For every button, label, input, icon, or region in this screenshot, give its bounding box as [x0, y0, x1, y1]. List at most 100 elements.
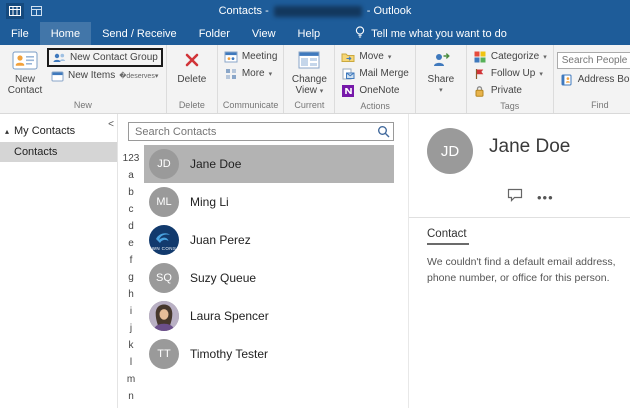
dropdown-caret-icon: ▾: [439, 87, 443, 94]
more-options-button[interactable]: •••: [537, 191, 554, 204]
private-button[interactable]: Private: [470, 82, 550, 99]
move-button[interactable]: Move ▾: [338, 48, 411, 65]
change-view-button[interactable]: Change View ▾: [287, 45, 331, 97]
new-contact-icon: [12, 48, 38, 72]
dropdown-caret-icon: ▾: [319, 88, 324, 95]
tab-send-receive[interactable]: Send / Receive: [91, 22, 188, 45]
lightbulb-icon: [355, 25, 365, 42]
new-contact-label-1: New: [14, 74, 35, 85]
tab-folder[interactable]: Folder: [188, 22, 241, 45]
change-view-icon: [298, 48, 320, 72]
mail-merge-button[interactable]: Mail Merge: [338, 65, 411, 82]
alpha-item[interactable]: c: [121, 201, 141, 218]
more-icon: [224, 68, 238, 80]
alphabet-index: 123 a b c d e f g h i j k l m n: [121, 150, 141, 405]
follow-up-flag-icon: [473, 68, 487, 80]
ribbon-group-new: New Contact New Contact Group New Items …: [0, 45, 167, 113]
alpha-item[interactable]: e: [121, 235, 141, 252]
onenote-button[interactable]: OneNote: [338, 82, 411, 99]
avatar-initials: ML: [149, 187, 179, 217]
address-book-button[interactable]: Address Book: [557, 71, 630, 88]
meeting-button[interactable]: Meeting: [221, 48, 281, 65]
group-label-current-view: Current View: [294, 100, 325, 124]
ribbon: New Contact New Contact Group New Items …: [0, 45, 630, 124]
share-button[interactable]: Share ▾: [419, 45, 463, 96]
alpha-item[interactable]: 123: [121, 150, 141, 167]
delete-button[interactable]: Delete: [170, 45, 214, 85]
redacted-account-name: [273, 5, 362, 17]
meeting-icon: [224, 51, 238, 63]
new-items-button[interactable]: New Items �deserves▾: [47, 67, 163, 84]
tab-file[interactable]: File: [0, 22, 40, 45]
tab-home[interactable]: Home: [39, 22, 92, 45]
more-label: More: [241, 68, 265, 79]
detail-avatar: JD: [427, 128, 473, 174]
ribbon-group-delete: Delete Delete: [167, 45, 218, 113]
new-items-label: New Items: [68, 70, 116, 81]
titlebar: Contacts - - Outlook: [0, 0, 630, 22]
new-items-icon: [50, 70, 64, 82]
contact-section-tab[interactable]: Contact: [427, 218, 469, 245]
quick-access-grid-icon[interactable]: [31, 6, 42, 16]
ribbon-group-communicate: Meeting More ▾ Communicate: [218, 45, 285, 113]
tab-view[interactable]: View: [241, 22, 287, 45]
main-content: < ▴ My Contacts Contacts 123 a b c d e: [0, 114, 630, 408]
alpha-item[interactable]: i: [121, 303, 141, 320]
follow-up-button[interactable]: Follow Up ▾: [470, 65, 550, 82]
alpha-item[interactable]: l: [121, 354, 141, 371]
outlook-app-icon[interactable]: [6, 3, 24, 19]
alpha-item[interactable]: h: [121, 286, 141, 303]
ribbon-group-find: Address Book Find: [554, 45, 630, 113]
group-label-new: New: [73, 100, 92, 110]
search-icon[interactable]: [373, 125, 393, 138]
categorize-button[interactable]: Categorize ▾: [470, 48, 550, 65]
contact-name: Ming Li: [190, 195, 229, 209]
contact-row-timothy-tester[interactable]: TT Timothy Tester: [144, 335, 394, 373]
new-contact-button[interactable]: New Contact: [3, 45, 47, 96]
collapse-triangle-icon: ▴: [5, 126, 10, 136]
search-contacts-box[interactable]: [128, 122, 394, 141]
contact-row-laura-spencer[interactable]: Laura Spencer: [144, 297, 394, 335]
alpha-item[interactable]: b: [121, 184, 141, 201]
delete-icon: [183, 48, 201, 72]
collapse-pane-icon[interactable]: <: [108, 119, 114, 130]
private-label: Private: [490, 85, 522, 96]
search-contacts-input[interactable]: [129, 125, 373, 138]
group-label-tags: Tags: [500, 101, 520, 111]
alpha-item[interactable]: a: [121, 167, 141, 184]
alpha-item[interactable]: g: [121, 269, 141, 286]
tell-me-box[interactable]: Tell me what you want to do: [347, 22, 515, 45]
alpha-item[interactable]: k: [121, 337, 141, 354]
my-contacts-label: My Contacts: [14, 125, 76, 137]
dropdown-caret-icon: ▾: [543, 53, 547, 61]
group-label-find: Find: [591, 100, 609, 110]
contact-row-juan-perez[interactable]: WN CONS Juan Perez: [144, 221, 394, 259]
contact-row-ming-li[interactable]: ML Ming Li: [144, 183, 394, 221]
alpha-item[interactable]: d: [121, 218, 141, 235]
detail-avatar-initials: JD: [440, 142, 460, 160]
contact-name: Jane Doe: [190, 157, 242, 171]
onenote-label: OneNote: [359, 85, 400, 96]
sidebar-item-contacts[interactable]: Contacts: [0, 142, 117, 162]
avatar-initials-text: TT: [157, 348, 171, 360]
alpha-item[interactable]: m: [121, 371, 141, 388]
move-label: Move: [359, 51, 384, 62]
chat-bubble-icon[interactable]: [507, 188, 523, 207]
contact-row-suzy-queue[interactable]: SQ Suzy Queue: [144, 259, 394, 297]
address-book-icon: [560, 74, 574, 86]
alpha-item[interactable]: f: [121, 252, 141, 269]
dropdown-caret-icon: ▾: [387, 53, 392, 61]
alpha-item[interactable]: n: [121, 388, 141, 405]
alpha-item[interactable]: j: [121, 320, 141, 337]
more-button[interactable]: More ▾: [221, 65, 281, 82]
my-contacts-header[interactable]: ▴ My Contacts: [0, 122, 117, 142]
private-lock-icon: [473, 85, 487, 97]
group-label-actions: Actions: [360, 101, 390, 111]
contact-row-jane-doe[interactable]: JD Jane Doe: [144, 145, 394, 183]
detail-contact-name: Jane Doe: [489, 136, 571, 157]
new-contact-group-label: New Contact Group: [70, 52, 158, 63]
search-people-input[interactable]: [556, 52, 630, 69]
tab-help[interactable]: Help: [287, 22, 332, 45]
new-contact-group-button[interactable]: New Contact Group: [47, 48, 163, 67]
dropdown-caret-icon: �deserves▾: [119, 72, 159, 80]
